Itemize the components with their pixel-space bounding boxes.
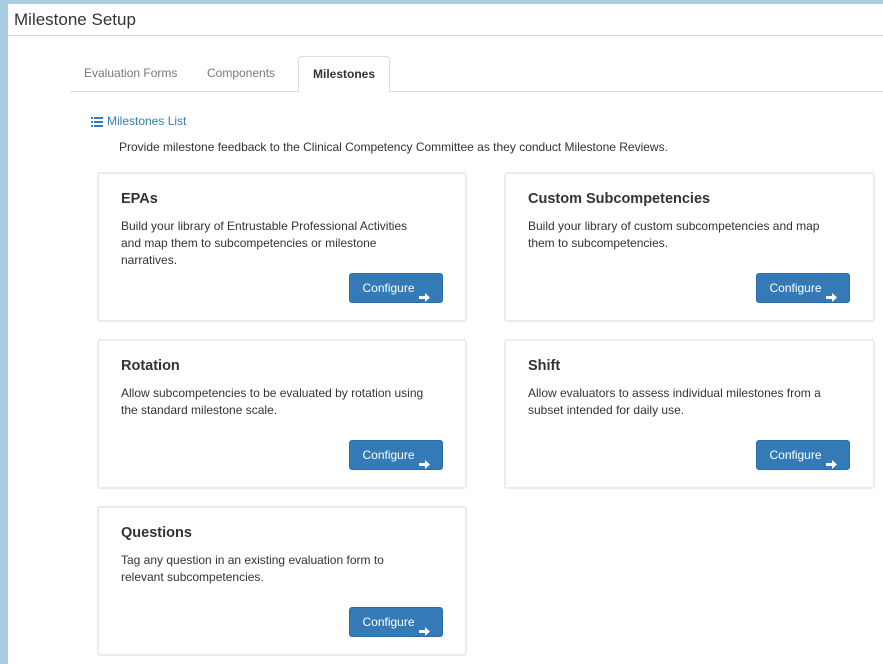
intro-text: Provide milestone feedback to the Clinic… — [119, 140, 668, 154]
card-description: Build your library of custom subcompeten… — [528, 219, 820, 250]
tab-bar: Evaluation Forms Components Milestones — [70, 56, 883, 93]
card-shift: Shift Allow evaluators to assess individ… — [504, 339, 875, 489]
card-title: Custom Subcompetencies — [528, 191, 711, 207]
card-questions: Questions Tag any question in an existin… — [97, 506, 467, 656]
card-epas: EPAs Build your library of Entrustable P… — [97, 172, 467, 322]
card-description: Allow evaluators to assess individual mi… — [528, 386, 821, 417]
milestones-list-link[interactable]: Milestones List — [91, 114, 186, 128]
card-title: Rotation — [121, 358, 180, 374]
list-icon — [91, 116, 103, 127]
arrow-right-icon — [825, 284, 837, 302]
arrow-right-icon — [825, 451, 837, 469]
configure-rotation-button[interactable]: Configure — [349, 440, 443, 470]
tab-milestones[interactable]: Milestones — [298, 56, 391, 93]
arrow-right-icon — [418, 451, 430, 469]
card-description: Build your library of Entrustable Profes… — [121, 219, 408, 267]
card-description: Allow subcompetencies to be evaluated by… — [121, 386, 424, 417]
card-rotation: Rotation Allow subcompetencies to be eva… — [97, 339, 467, 489]
configure-questions-button[interactable]: Configure — [349, 607, 443, 637]
milestones-list-label: Milestones List — [107, 114, 187, 128]
tab-evaluation-forms[interactable]: Evaluation Forms — [70, 56, 191, 92]
card-title: Questions — [121, 525, 192, 541]
card-title: Shift — [528, 358, 561, 374]
title-bar: Milestone Setup — [8, 4, 883, 36]
configure-epas-button[interactable]: Configure — [349, 273, 443, 303]
arrow-right-icon — [418, 284, 430, 302]
card-title: EPAs — [121, 191, 158, 207]
window-title: Milestone Setup — [14, 10, 136, 29]
tab-components[interactable]: Components — [193, 56, 289, 92]
card-description: Tag any question in an existing evaluati… — [121, 553, 384, 584]
configure-shift-button[interactable]: Configure — [756, 440, 850, 470]
card-custom-subcompetencies: Custom Subcompetencies Build your librar… — [504, 172, 875, 322]
arrow-right-icon — [418, 618, 430, 636]
configure-custom-subcompetencies-button[interactable]: Configure — [756, 273, 850, 303]
